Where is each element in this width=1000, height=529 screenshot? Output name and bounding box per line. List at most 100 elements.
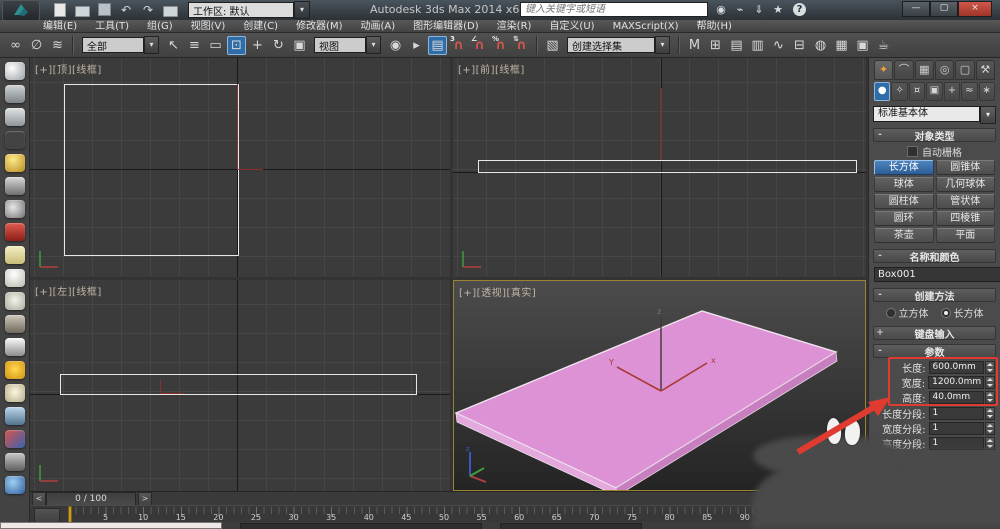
menu-item[interactable]: MAXScript(X) — [604, 20, 688, 33]
object-type-button[interactable]: 长方体 — [874, 160, 934, 175]
curve-editor[interactable]: ∿ — [769, 36, 788, 55]
viewport-top-label[interactable]: [+][顶][线框] — [35, 61, 102, 76]
object-type-button[interactable]: 圆环 — [874, 211, 934, 226]
menu-item[interactable]: 创建(C) — [234, 20, 287, 33]
creation-method-radio[interactable]: 立方体 — [886, 305, 929, 320]
spinner-control[interactable] — [985, 422, 995, 435]
spinner-control[interactable] — [985, 407, 995, 420]
object-type-button[interactable]: 管状体 — [936, 194, 996, 209]
viewport-front-label[interactable]: [+][前][线框] — [458, 61, 525, 76]
search-input[interactable] — [520, 2, 708, 17]
maxscript-mini-listener[interactable] — [0, 522, 222, 529]
material-editor[interactable]: ◍ — [811, 36, 830, 55]
menu-item[interactable]: 图形编辑器(D) — [404, 20, 488, 33]
subtab-shapes[interactable]: ✧ — [891, 82, 907, 101]
app-logo-button[interactable] — [2, 0, 40, 21]
left-icon-molecule[interactable] — [5, 430, 25, 448]
reference-coordinate-dropdown[interactable]: 视图 ▾ — [314, 36, 381, 54]
tab-hierarchy[interactable]: ▦ — [915, 60, 934, 80]
spinner-snap-toggle[interactable]: ⇅∩ — [512, 36, 531, 55]
menu-item[interactable]: 修改器(M) — [287, 20, 351, 33]
parameter-value-field[interactable]: 1 — [929, 437, 985, 450]
window-crossing-toggle[interactable]: ⊡ — [227, 36, 246, 55]
menu-item[interactable]: 自定义(U) — [540, 20, 603, 33]
viewport-top[interactable]: [+][顶][线框] — [30, 58, 450, 277]
object-type-button[interactable]: 几何球体 — [936, 177, 996, 192]
save-file-icon[interactable] — [96, 3, 112, 17]
previous-frame-button[interactable]: < — [32, 492, 46, 506]
tab-create[interactable]: ✦ — [874, 60, 893, 80]
select-and-scale[interactable]: ▣ — [290, 36, 309, 55]
viewport-perspective-label[interactable]: [+][透视][真实] — [459, 284, 536, 299]
left-icon-camera-tripod[interactable] — [5, 453, 25, 471]
close-button[interactable]: × — [958, 1, 992, 17]
autogrid-checkbox[interactable] — [907, 146, 918, 157]
redo-icon[interactable]: ↷ — [140, 3, 156, 17]
left-icon-rain[interactable] — [5, 407, 25, 425]
left-icon-cone[interactable] — [5, 338, 25, 356]
object-type-button[interactable]: 球体 — [874, 177, 934, 192]
viewport-front[interactable]: [+][前][线框] — [453, 58, 866, 277]
selection-filter-dropdown[interactable]: 全部 ▾ — [82, 36, 159, 54]
left-icon-earth[interactable] — [5, 476, 25, 494]
use-pivot-point-center[interactable]: ◉ — [386, 36, 405, 55]
rollout-parameters-header[interactable]: - 参数 — [873, 344, 996, 358]
open-file-icon[interactable] — [74, 3, 90, 17]
graphite-ribbon[interactable]: ▥ — [748, 36, 767, 55]
select-by-name[interactable]: ≡ — [185, 36, 204, 55]
tab-motion[interactable]: ◎ — [935, 60, 954, 80]
favorites-star-icon[interactable]: ★ — [771, 3, 785, 16]
rollout-object-type-header[interactable]: - 对象类型 — [873, 128, 996, 142]
render-production[interactable]: ☕ — [874, 36, 893, 55]
left-icon-torus[interactable] — [5, 384, 25, 402]
workspace-dropdown-arrow-icon[interactable]: ▾ — [294, 1, 310, 19]
maximize-button[interactable]: ▢ — [930, 1, 958, 17]
left-icon-hemisphere[interactable] — [5, 269, 25, 287]
viewport-left[interactable]: [+][左][线框] — [30, 280, 450, 491]
left-icon-moon[interactable] — [5, 200, 25, 218]
time-slider[interactable]: 0 / 100 — [46, 492, 136, 506]
left-icon-disc[interactable] — [5, 292, 25, 310]
object-type-button[interactable]: 平面 — [936, 228, 996, 243]
layer-manager[interactable]: ▤ — [727, 36, 746, 55]
project-folder-icon[interactable] — [162, 3, 178, 17]
wrench-icon[interactable]: ⌁ — [733, 3, 747, 16]
left-icon-lightbulb[interactable] — [5, 154, 25, 172]
next-frame-button[interactable]: > — [138, 492, 152, 506]
box-wireframe-top[interactable] — [64, 84, 239, 256]
left-icon-list-panel[interactable] — [5, 108, 25, 126]
left-icon-monitor[interactable] — [5, 85, 25, 103]
viewport-left-label[interactable]: [+][左][线框] — [35, 283, 102, 298]
dropdown-arrow-icon[interactable]: ▾ — [980, 106, 996, 124]
unlink-selection[interactable]: ∅ — [27, 36, 46, 55]
named-selection-sets-dropdown[interactable]: 创建选择集 ▾ — [567, 36, 670, 54]
menu-item[interactable]: 组(G) — [138, 20, 182, 33]
parameter-value-field[interactable]: 1 — [929, 422, 985, 435]
menu-item[interactable]: 帮助(H) — [688, 20, 741, 33]
minimize-button[interactable]: — — [902, 1, 930, 17]
new-scene-icon[interactable] — [52, 3, 68, 17]
subtab-helpers[interactable]: + — [944, 82, 960, 101]
rollout-creation-method-header[interactable]: - 创建方法 — [873, 288, 996, 302]
left-icon-speaker[interactable] — [5, 177, 25, 195]
select-object[interactable]: ↖ — [164, 36, 183, 55]
rollout-keyboard-entry-header[interactable]: + 键盘输入 — [873, 326, 996, 340]
object-type-button[interactable]: 圆锥体 — [936, 160, 996, 175]
dropdown-arrow-icon[interactable]: ▾ — [655, 36, 670, 54]
subtab-geometry[interactable]: ● — [874, 82, 890, 101]
subtab-cameras[interactable]: ▣ — [926, 82, 942, 101]
menu-item[interactable]: 视图(V) — [182, 20, 235, 33]
object-name-field[interactable] — [874, 267, 1000, 282]
bind-to-space-warp[interactable]: ≋ — [48, 36, 67, 55]
snap-toggle-3d[interactable]: 3∩ — [449, 36, 468, 55]
spinner-control[interactable] — [985, 437, 995, 450]
rectangular-selection-region[interactable]: ▭ — [206, 36, 225, 55]
creation-method-radio[interactable]: 长方体 — [941, 305, 984, 320]
track-bar[interactable]: 51015202530354045505560657075808590 — [30, 505, 868, 523]
left-icon-spreadsheet[interactable] — [5, 131, 25, 149]
select-and-rotate[interactable]: ↻ — [269, 36, 288, 55]
search-binoculars-icon[interactable]: ◉ — [714, 3, 728, 16]
left-icon-teapot[interactable] — [5, 62, 25, 80]
left-icon-wire-teapot[interactable] — [5, 315, 25, 333]
menu-item[interactable]: 工具(T) — [86, 20, 138, 33]
